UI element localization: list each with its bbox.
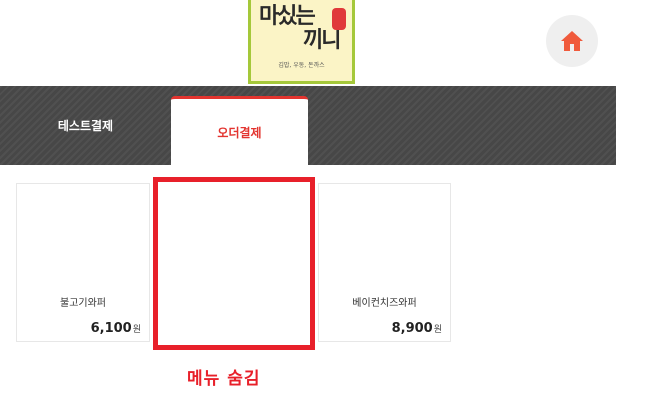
logo-subtitle: 김밥, 우동, 돈까스 — [278, 62, 325, 69]
menu-item-name: 불고기와퍼 — [60, 298, 106, 309]
price-currency: 원 — [132, 325, 141, 335]
price-value: 6,100 — [90, 321, 132, 336]
logo-text-line1: 마싰는 — [259, 4, 316, 29]
menu-item-name: 베이컨치즈와퍼 — [352, 298, 417, 309]
menu-item-price: 8,900원 — [392, 321, 442, 336]
menu-card[interactable]: 불고기와퍼 6,100원 — [16, 183, 150, 342]
menu-card[interactable]: 베이컨치즈와퍼 8,900원 — [318, 183, 451, 342]
logo-seal-icon — [332, 8, 346, 30]
menu-item-price: 6,100원 — [91, 321, 141, 336]
price-currency: 원 — [433, 325, 442, 335]
price-value: 8,900 — [391, 321, 433, 336]
hidden-menu-caption: 메뉴 숨김 — [187, 369, 261, 389]
home-icon — [561, 31, 583, 51]
home-button[interactable] — [546, 15, 598, 67]
tab-test-payment[interactable]: 테스트결제 — [0, 86, 171, 165]
hidden-menu-highlight — [153, 177, 315, 350]
logo-text-line2: 끼니 — [303, 28, 342, 53]
brand-logo: 마싰는 끼니 김밥, 우동, 돈까스 — [248, 0, 355, 84]
tab-order-payment[interactable]: 오더결제 — [171, 96, 308, 165]
tab-bar: 테스트결제 — [0, 86, 616, 165]
